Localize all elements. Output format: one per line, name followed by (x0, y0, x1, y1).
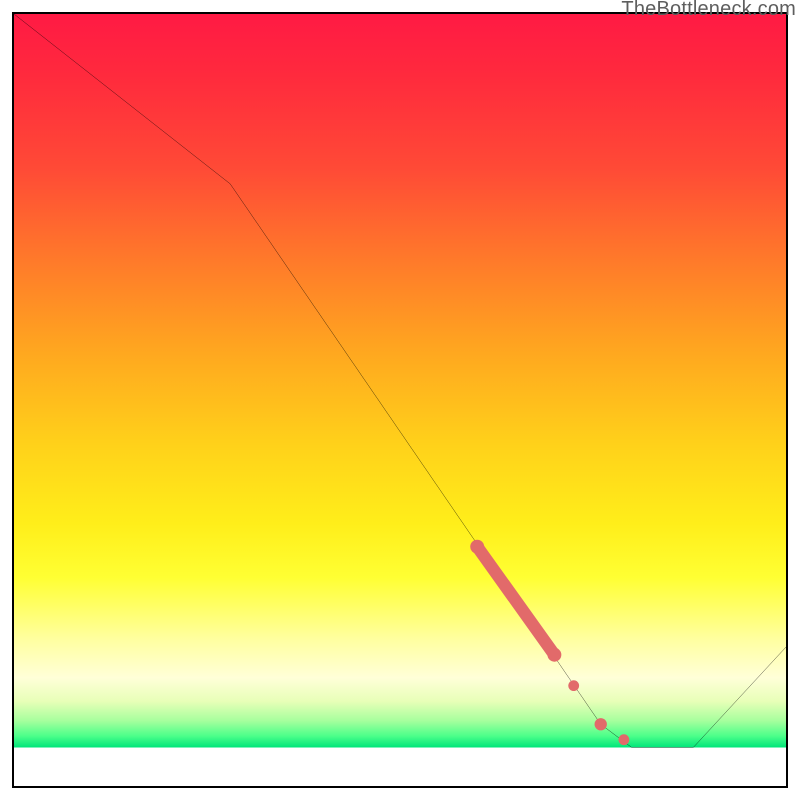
highlight-point (568, 680, 579, 691)
chart-svg-layer (14, 14, 786, 786)
highlight-segment (477, 547, 554, 655)
highlight-point (618, 734, 629, 745)
watermark-text: TheBottleneck.com (621, 0, 796, 21)
highlight-point (595, 718, 607, 730)
plot-area (12, 12, 788, 788)
highlight-point (547, 648, 561, 662)
chart-canvas: TheBottleneck.com (0, 0, 800, 800)
bottleneck-curve (14, 14, 786, 747)
highlight-point (470, 540, 484, 554)
